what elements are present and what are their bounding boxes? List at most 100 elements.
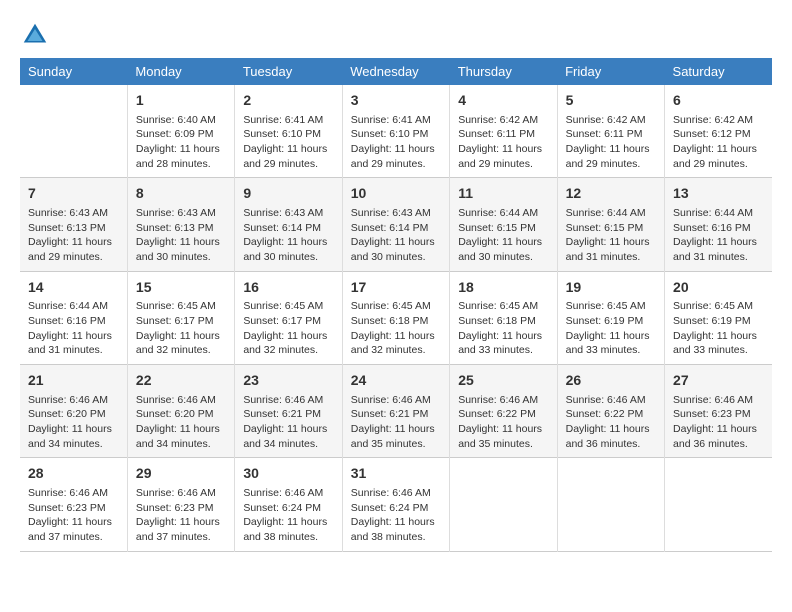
header <box>20 20 772 50</box>
calendar-cell: 2Sunrise: 6:41 AM Sunset: 6:10 PM Daylig… <box>235 85 342 178</box>
week-row-4: 21 Sunrise: 6:46 AM Sunset: 6:20 PM Dayli… <box>20 365 772 458</box>
day-info: Sunrise: 6:42 AM Sunset: 6:12 PM Dayligh… <box>673 113 764 172</box>
day-number: 3 <box>351 91 441 111</box>
day-number: 25 <box>458 371 548 391</box>
day-number: 14 <box>28 278 119 298</box>
calendar-cell: 7Sunrise: 6:43 AM Sunset: 6:13 PM Daylig… <box>20 178 127 271</box>
day-info: Sunrise: 6:43 AM Sunset: 6:14 PM Dayligh… <box>351 206 441 265</box>
calendar-cell: 11Sunrise: 6:44 AM Sunset: 6:15 PM Dayli… <box>450 178 557 271</box>
day-number: 9 <box>243 184 333 204</box>
day-number: 20 <box>673 278 764 298</box>
day-info: Sunrise: 6:46 AM Sunset: 6:20 PM Dayligh… <box>136 393 226 452</box>
day-number: 5 <box>566 91 656 111</box>
day-number: 22 <box>136 371 226 391</box>
calendar-cell: 24Sunrise: 6:46 AM Sunset: 6:21 PM Dayli… <box>342 365 449 458</box>
day-info: Sunrise: 6:45 AM Sunset: 6:18 PM Dayligh… <box>351 299 441 358</box>
day-info: Sunrise: 6:43 AM Sunset: 6:14 PM Dayligh… <box>243 206 333 265</box>
calendar-cell: 23Sunrise: 6:46 AM Sunset: 6:21 PM Dayli… <box>235 365 342 458</box>
day-info: Sunrise: 6:45 AM Sunset: 6:18 PM Dayligh… <box>458 299 548 358</box>
day-info: Sunrise: 6:45 AM Sunset: 6:19 PM Dayligh… <box>566 299 656 358</box>
calendar-cell: 31Sunrise: 6:46 AM Sunset: 6:24 PM Dayli… <box>342 458 449 551</box>
calendar-cell: 9Sunrise: 6:43 AM Sunset: 6:14 PM Daylig… <box>235 178 342 271</box>
day-number: 2 <box>243 91 333 111</box>
day-number: 29 <box>136 464 226 484</box>
day-number: 12 <box>566 184 656 204</box>
header-day-monday: Monday <box>127 58 234 85</box>
day-info: Sunrise: 6:45 AM Sunset: 6:19 PM Dayligh… <box>673 299 764 358</box>
header-day-wednesday: Wednesday <box>342 58 449 85</box>
calendar-cell: 8Sunrise: 6:43 AM Sunset: 6:13 PM Daylig… <box>127 178 234 271</box>
header-day-thursday: Thursday <box>450 58 557 85</box>
day-info: Sunrise: 6:44 AM Sunset: 6:15 PM Dayligh… <box>458 206 548 265</box>
day-info: Sunrise: 6:42 AM Sunset: 6:11 PM Dayligh… <box>458 113 548 172</box>
calendar-cell: 4Sunrise: 6:42 AM Sunset: 6:11 PM Daylig… <box>450 85 557 178</box>
calendar-cell: 12Sunrise: 6:44 AM Sunset: 6:15 PM Dayli… <box>557 178 664 271</box>
week-row-3: 14Sunrise: 6:44 AM Sunset: 6:16 PM Dayli… <box>20 271 772 364</box>
calendar-cell: 19Sunrise: 6:45 AM Sunset: 6:19 PM Dayli… <box>557 271 664 364</box>
day-info: Sunrise: 6:46 AM Sunset: 6:21 PM Dayligh… <box>243 393 333 452</box>
day-number: 10 <box>351 184 441 204</box>
day-number: 19 <box>566 278 656 298</box>
calendar-cell <box>557 458 664 551</box>
logo-icon <box>20 20 50 50</box>
calendar-cell: 14Sunrise: 6:44 AM Sunset: 6:16 PM Dayli… <box>20 271 127 364</box>
day-info: Sunrise: 6:46 AM Sunset: 6:23 PM Dayligh… <box>673 393 764 452</box>
calendar-cell: 26Sunrise: 6:46 AM Sunset: 6:22 PM Dayli… <box>557 365 664 458</box>
header-day-saturday: Saturday <box>665 58 772 85</box>
day-info: Sunrise: 6:43 AM Sunset: 6:13 PM Dayligh… <box>28 206 119 265</box>
day-info: Sunrise: 6:46 AM Sunset: 6:24 PM Dayligh… <box>351 486 441 545</box>
header-row: SundayMondayTuesdayWednesdayThursdayFrid… <box>20 58 772 85</box>
calendar-cell: 16Sunrise: 6:45 AM Sunset: 6:17 PM Dayli… <box>235 271 342 364</box>
day-number: 7 <box>28 184 119 204</box>
calendar-cell: 27Sunrise: 6:46 AM Sunset: 6:23 PM Dayli… <box>665 365 772 458</box>
header-day-sunday: Sunday <box>20 58 127 85</box>
day-number: 4 <box>458 91 548 111</box>
day-info: Sunrise: 6:46 AM Sunset: 6:21 PM Dayligh… <box>351 393 441 452</box>
day-info: Sunrise: 6:41 AM Sunset: 6:10 PM Dayligh… <box>243 113 333 172</box>
day-info: Sunrise: 6:43 AM Sunset: 6:13 PM Dayligh… <box>136 206 226 265</box>
day-info: Sunrise: 6:41 AM Sunset: 6:10 PM Dayligh… <box>351 113 441 172</box>
day-number: 28 <box>28 464 119 484</box>
week-row-1: 1Sunrise: 6:40 AM Sunset: 6:09 PM Daylig… <box>20 85 772 178</box>
day-info: Sunrise: 6:46 AM Sunset: 6:23 PM Dayligh… <box>28 486 119 545</box>
day-info: Sunrise: 6:44 AM Sunset: 6:16 PM Dayligh… <box>673 206 764 265</box>
day-number: 26 <box>566 371 656 391</box>
day-info: Sunrise: 6:46 AM Sunset: 6:22 PM Dayligh… <box>458 393 548 452</box>
calendar-cell: 21Sunrise: 6:46 AM Sunset: 6:20 PM Dayli… <box>20 365 127 458</box>
day-number: 30 <box>243 464 333 484</box>
day-number: 21 <box>28 371 119 391</box>
day-info: Sunrise: 6:44 AM Sunset: 6:16 PM Dayligh… <box>28 299 119 358</box>
day-number: 27 <box>673 371 764 391</box>
day-info: Sunrise: 6:46 AM Sunset: 6:23 PM Dayligh… <box>136 486 226 545</box>
calendar-cell: 28Sunrise: 6:46 AM Sunset: 6:23 PM Dayli… <box>20 458 127 551</box>
day-number: 11 <box>458 184 548 204</box>
week-row-2: 7Sunrise: 6:43 AM Sunset: 6:13 PM Daylig… <box>20 178 772 271</box>
calendar-cell: 1Sunrise: 6:40 AM Sunset: 6:09 PM Daylig… <box>127 85 234 178</box>
day-info: Sunrise: 6:40 AM Sunset: 6:09 PM Dayligh… <box>136 113 226 172</box>
calendar-cell: 20Sunrise: 6:45 AM Sunset: 6:19 PM Dayli… <box>665 271 772 364</box>
day-number: 6 <box>673 91 764 111</box>
day-info: Sunrise: 6:45 AM Sunset: 6:17 PM Dayligh… <box>243 299 333 358</box>
day-number: 23 <box>243 371 333 391</box>
calendar-cell: 22Sunrise: 6:46 AM Sunset: 6:20 PM Dayli… <box>127 365 234 458</box>
calendar-cell <box>20 85 127 178</box>
day-number: 1 <box>136 91 226 111</box>
calendar-cell: 18Sunrise: 6:45 AM Sunset: 6:18 PM Dayli… <box>450 271 557 364</box>
day-number: 24 <box>351 371 441 391</box>
calendar-cell: 17Sunrise: 6:45 AM Sunset: 6:18 PM Dayli… <box>342 271 449 364</box>
logo <box>20 20 54 50</box>
day-info: Sunrise: 6:45 AM Sunset: 6:17 PM Dayligh… <box>136 299 226 358</box>
calendar-body: 1Sunrise: 6:40 AM Sunset: 6:09 PM Daylig… <box>20 85 772 551</box>
calendar-cell: 25Sunrise: 6:46 AM Sunset: 6:22 PM Dayli… <box>450 365 557 458</box>
calendar-cell: 29Sunrise: 6:46 AM Sunset: 6:23 PM Dayli… <box>127 458 234 551</box>
calendar-cell: 10Sunrise: 6:43 AM Sunset: 6:14 PM Dayli… <box>342 178 449 271</box>
day-number: 17 <box>351 278 441 298</box>
day-info: Sunrise: 6:46 AM Sunset: 6:24 PM Dayligh… <box>243 486 333 545</box>
day-info: Sunrise: 6:42 AM Sunset: 6:11 PM Dayligh… <box>566 113 656 172</box>
day-number: 16 <box>243 278 333 298</box>
calendar-cell: 5Sunrise: 6:42 AM Sunset: 6:11 PM Daylig… <box>557 85 664 178</box>
day-info: Sunrise: 6:46 AM Sunset: 6:22 PM Dayligh… <box>566 393 656 452</box>
day-number: 18 <box>458 278 548 298</box>
day-number: 15 <box>136 278 226 298</box>
calendar-table: SundayMondayTuesdayWednesdayThursdayFrid… <box>20 58 772 552</box>
